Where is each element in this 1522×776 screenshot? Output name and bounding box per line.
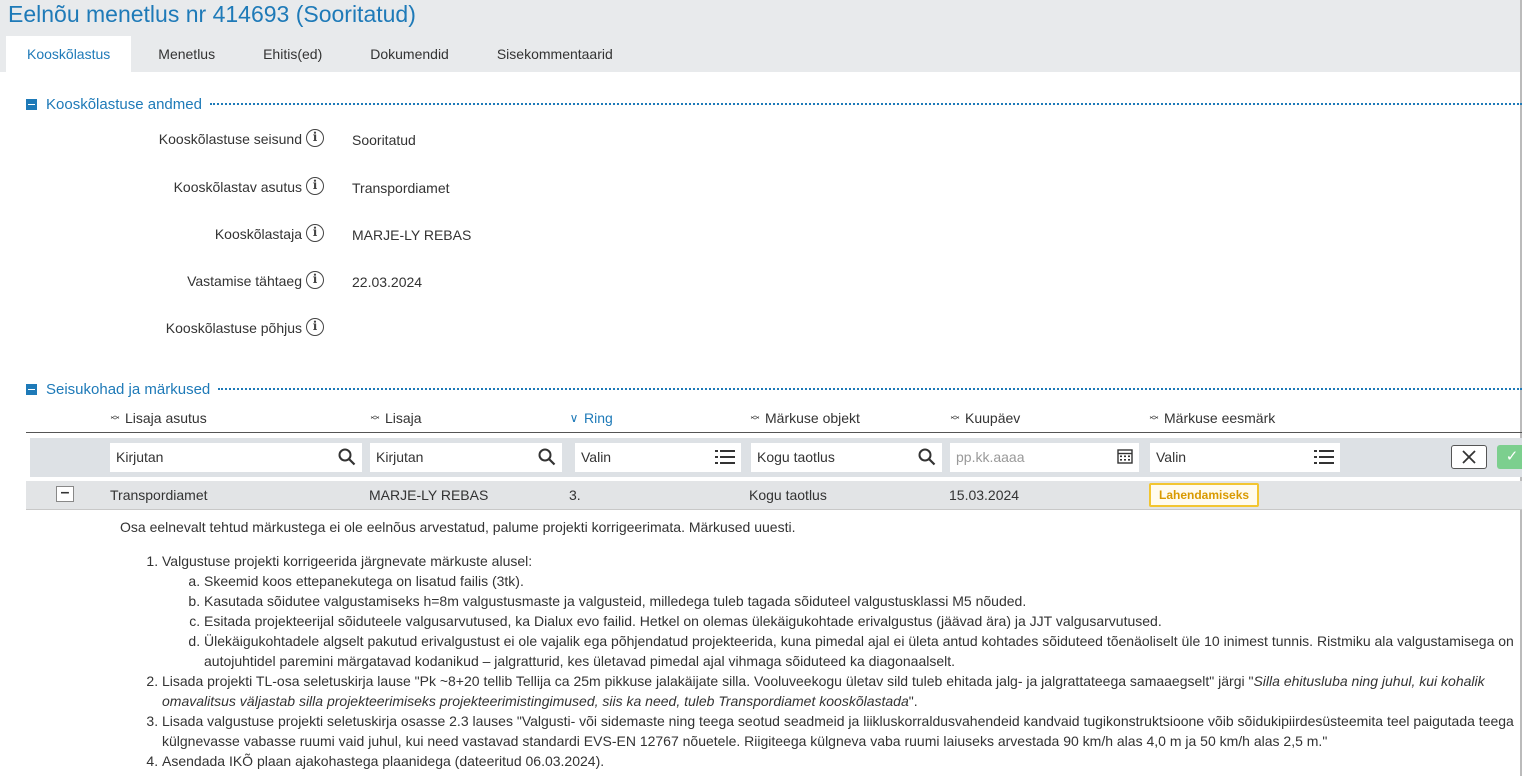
column-label: Lisaja xyxy=(385,410,422,426)
list-item-text: Valgustuse projekti korrigeerida järgnev… xyxy=(162,553,533,569)
column-label: Kuupäev xyxy=(965,410,1021,426)
column-header-ring[interactable]: ∨ Ring xyxy=(569,410,613,426)
sort-icon: ︿ ﹀ xyxy=(110,410,120,426)
info-icon[interactable]: i xyxy=(306,129,324,147)
page-title: Eelnõu menetlus nr 414693 (Sooritatud) xyxy=(8,1,416,27)
filter-text: Kirjutan xyxy=(376,449,424,465)
tab-menetlus[interactable]: Menetlus xyxy=(137,36,236,72)
field-row-kooskolastaja: Kooskõlastaja i MARJE-LY REBAS xyxy=(0,224,700,246)
column-label: Märkuse objekt xyxy=(765,410,860,426)
filter-placeholder: pp.kk.aaaa xyxy=(956,449,1025,465)
list-item: Valgustuse projekti korrigeerida järgnev… xyxy=(162,551,1520,671)
info-icon[interactable]: i xyxy=(306,224,324,242)
column-label: Ring xyxy=(584,410,613,426)
section-kooskolastuse-andmed-header[interactable]: Kooskõlastuse andmed xyxy=(26,94,1522,114)
field-label: Kooskõlastuse põhjus xyxy=(165,320,302,336)
cell-asutus: Transpordiamet xyxy=(110,487,208,503)
table-row[interactable]: – Transpordiamet MARJE-LY REBAS 3. Kogu … xyxy=(26,481,1522,510)
sort-icon: ︿ ﹀ xyxy=(750,410,760,426)
filter-lisaja-input[interactable]: Kirjutan xyxy=(370,443,562,472)
field-label: Vastamise tähtaeg xyxy=(187,273,302,289)
apply-filters-button[interactable]: ✓ xyxy=(1497,445,1522,469)
column-label: Lisaja asutus xyxy=(125,410,207,426)
collapse-icon[interactable] xyxy=(26,98,37,110)
info-icon[interactable]: i xyxy=(306,318,324,336)
list-icon[interactable] xyxy=(715,448,735,470)
filter-markuse-eesmark-select[interactable]: Valin xyxy=(1150,443,1340,472)
info-icon[interactable]: i xyxy=(306,177,324,195)
filter-markuse-objekt-input[interactable]: Kogu taotlus xyxy=(751,443,942,472)
filter-text: Kogu taotlus xyxy=(757,449,835,465)
list-item: Lisada projekti TL-osa seletuskirja laus… xyxy=(162,671,1520,711)
list-item: Lisada valgustuse projekti seletuskirja … xyxy=(162,711,1520,751)
tab-dokumendid[interactable]: Dokumendid xyxy=(349,36,470,72)
sort-icon: ︿ ﹀ xyxy=(1149,410,1159,426)
sort-icon: ︿ ﹀ xyxy=(950,410,960,426)
comment-list: Valgustuse projekti korrigeerida järgnev… xyxy=(120,551,1520,771)
list-item: Ülekäigukohtadele algselt pakutud erival… xyxy=(204,631,1520,671)
filter-lisaja-asutus-input[interactable]: Kirjutan xyxy=(110,443,362,472)
comment-body: Osa eelnevalt tehtud märkustega ei ole e… xyxy=(120,517,1520,771)
list-item-text: Lisada projekti TL-osa seletuskirja laus… xyxy=(162,673,1254,689)
list-item: Esitada projekteerijal sõiduteele valgus… xyxy=(204,611,1520,631)
check-icon: ✓ xyxy=(1505,448,1519,465)
status-badge: Lahendamiseks xyxy=(1149,483,1260,507)
cell-objekt: Kogu taotlus xyxy=(749,487,827,503)
filter-text: Valin xyxy=(581,449,612,465)
section-divider xyxy=(218,388,1522,390)
filter-text: Kirjutan xyxy=(116,449,164,465)
filter-ring-select[interactable]: Valin xyxy=(575,443,741,472)
calendar-icon[interactable] xyxy=(1117,448,1133,468)
section-divider xyxy=(209,103,1522,105)
section-title: Kooskõlastuse andmed xyxy=(46,95,202,113)
cell-kuupaev: 15.03.2024 xyxy=(949,487,1020,503)
column-header-kuupaev[interactable]: ︿ ﹀ Kuupäev xyxy=(950,410,1020,426)
field-label: Kooskõlastuse seisund xyxy=(158,131,302,147)
list-item-text: ". xyxy=(908,693,918,709)
search-icon[interactable] xyxy=(918,448,936,470)
list-item: Skeemid koos ettepanekutega on lisatud f… xyxy=(204,571,1520,591)
field-row-seisund: Kooskõlastuse seisund i Sooritatud xyxy=(0,129,700,151)
collapse-icon[interactable] xyxy=(26,383,37,395)
field-value: MARJE-LY REBAS xyxy=(352,227,472,243)
cell-lisaja: MARJE-LY REBAS xyxy=(369,487,489,503)
field-row-pohjus: Kooskõlastuse põhjus i xyxy=(0,318,700,340)
search-icon[interactable] xyxy=(338,448,356,470)
page-header: Eelnõu menetlus nr 414693 (Sooritatud) K… xyxy=(0,0,1522,72)
sort-icon: ︿ ﹀ xyxy=(370,410,380,426)
search-icon[interactable] xyxy=(538,448,556,470)
field-label: Kooskõlastav asutus xyxy=(173,179,302,195)
comment-intro: Osa eelnevalt tehtud märkustega ei ole e… xyxy=(120,519,796,535)
sort-desc-icon: ∨ xyxy=(569,411,579,425)
column-header-lisaja[interactable]: ︿ ﹀ Lisaja xyxy=(370,410,422,426)
column-header-markuse-eesmark[interactable]: ︿ ﹀ Märkuse eesmärk xyxy=(1149,410,1275,426)
cell-ring: 3. xyxy=(569,487,581,503)
collapse-row-icon[interactable]: – xyxy=(56,485,74,502)
tab-kooskolastus[interactable]: Kooskõlastus xyxy=(6,36,132,72)
sub-list: Skeemid koos ettepanekutega on lisatud f… xyxy=(162,571,1520,671)
tab-bar: Kooskõlastus Menetlus Ehitis(ed) Dokumen… xyxy=(6,36,640,72)
section-title: Seisukohad ja märkused xyxy=(46,380,211,398)
field-value: 22.03.2024 xyxy=(352,274,423,290)
field-value: Transpordiamet xyxy=(352,180,450,196)
list-icon[interactable] xyxy=(1314,448,1334,470)
field-label: Kooskõlastaja xyxy=(214,226,302,242)
tab-sisekommentaarid[interactable]: Sisekommentaarid xyxy=(476,36,634,72)
filter-kuupaev-input[interactable]: pp.kk.aaaa xyxy=(950,443,1139,472)
section-seisukohad-header[interactable]: Seisukohad ja märkused xyxy=(26,379,1522,399)
close-icon xyxy=(1462,450,1476,464)
field-row-asutus: Kooskõlastav asutus i Transpordiamet xyxy=(0,177,700,199)
tab-ehitised[interactable]: Ehitis(ed) xyxy=(242,36,343,72)
column-header-lisaja-asutus[interactable]: ︿ ﹀ Lisaja asutus xyxy=(110,410,207,426)
clear-filters-button[interactable] xyxy=(1451,445,1487,469)
list-item: Kasutada sõidutee valgustamiseks h=8m va… xyxy=(204,591,1520,611)
field-row-tahtaeg: Vastamise tähtaeg i 22.03.2024 xyxy=(0,271,700,293)
info-icon[interactable]: i xyxy=(306,271,324,289)
column-header-markuse-objekt[interactable]: ︿ ﹀ Märkuse objekt xyxy=(750,410,860,426)
list-item: Asendada IKÕ plaan ajakohastega plaanide… xyxy=(162,751,1520,771)
column-label: Märkuse eesmärk xyxy=(1164,410,1276,426)
header-divider xyxy=(26,432,1522,433)
field-value: Sooritatud xyxy=(352,132,416,148)
filter-text: Valin xyxy=(1156,449,1187,465)
